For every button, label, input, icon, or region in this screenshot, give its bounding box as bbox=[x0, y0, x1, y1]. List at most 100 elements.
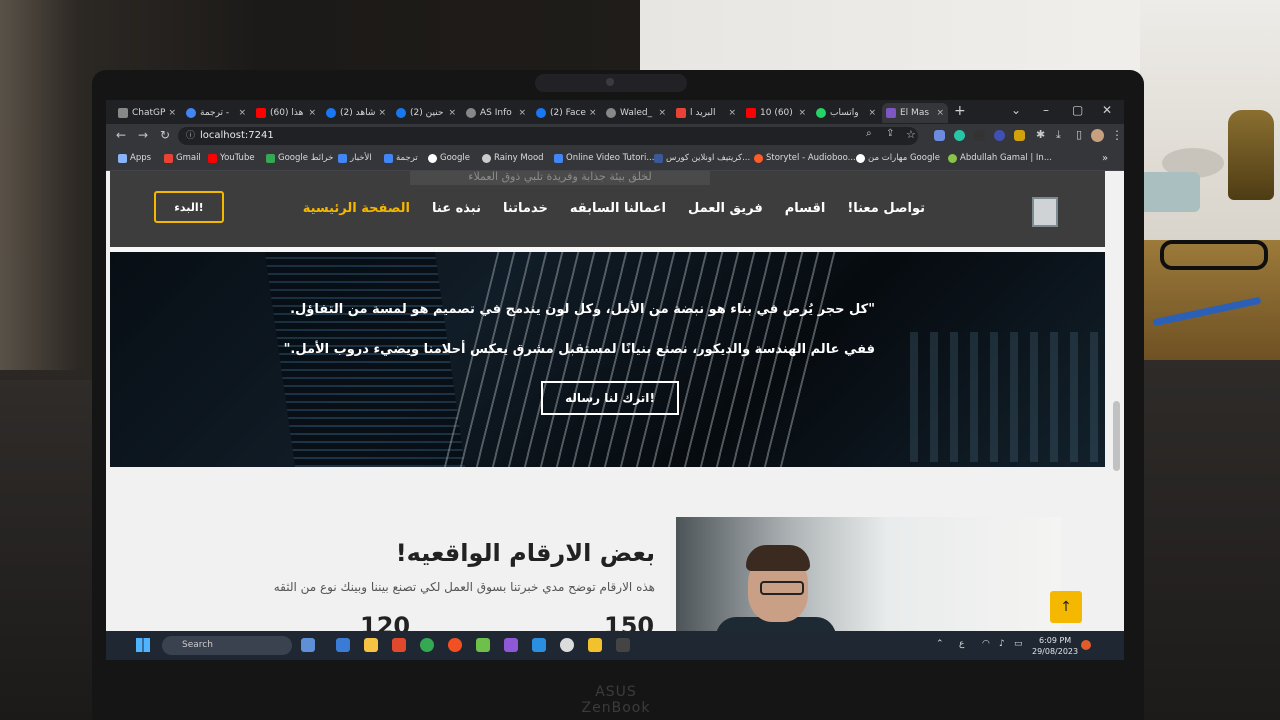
bookmark-item[interactable]: كريتيف اونلاين كورس... bbox=[654, 153, 750, 163]
leave-message-button[interactable]: اترك لنا رساله! bbox=[541, 381, 679, 415]
extension-icon[interactable] bbox=[994, 130, 1005, 141]
widgets-icon[interactable] bbox=[301, 638, 315, 652]
bookmark-item[interactable]: ترجمة bbox=[384, 153, 418, 163]
browser-tab[interactable]: (2) حنين × bbox=[392, 103, 460, 123]
notification-badge[interactable] bbox=[1081, 640, 1091, 650]
laptop-brand: ASUS ZenBook bbox=[581, 684, 651, 716]
bookmark-item[interactable]: Abdullah Gamal | In... bbox=[948, 153, 1052, 163]
close-icon[interactable]: × bbox=[795, 108, 806, 118]
app-icon[interactable] bbox=[476, 638, 490, 652]
browser-tab[interactable]: 10 (60) × bbox=[742, 103, 810, 123]
search-icon[interactable]: ⌕ bbox=[866, 128, 872, 139]
close-icon[interactable]: × bbox=[235, 108, 246, 118]
todo-icon[interactable] bbox=[336, 638, 350, 652]
browser-tab[interactable]: واتساب × bbox=[812, 103, 880, 123]
forward-arrow-icon[interactable]: → bbox=[138, 128, 148, 142]
bookmark-item[interactable]: مهارات من Google bbox=[856, 153, 940, 163]
close-icon[interactable]: × bbox=[586, 108, 597, 118]
vscode-icon[interactable] bbox=[532, 638, 546, 652]
scroll-top-button[interactable]: ↑ bbox=[1050, 591, 1082, 623]
bookmark-item[interactable]: Apps bbox=[118, 153, 151, 163]
chrome-dev-icon[interactable] bbox=[560, 638, 574, 652]
scroll-thumb[interactable] bbox=[1113, 401, 1120, 471]
extension-icon[interactable] bbox=[954, 130, 965, 141]
folder-icon[interactable] bbox=[364, 638, 378, 652]
site-logo[interactable] bbox=[1032, 197, 1058, 227]
volume-icon[interactable]: ♪ bbox=[999, 639, 1005, 649]
maximize-icon[interactable]: ▢ bbox=[1072, 103, 1083, 117]
reload-icon[interactable]: ↻ bbox=[160, 128, 170, 142]
info-icon[interactable]: ⓘ bbox=[186, 127, 195, 145]
new-tab-button[interactable]: + bbox=[954, 103, 966, 119]
app-icon[interactable] bbox=[448, 638, 462, 652]
extension-icon[interactable] bbox=[974, 130, 985, 141]
windows-start-icon[interactable] bbox=[136, 638, 150, 652]
bookmark-favicon-icon bbox=[948, 153, 957, 163]
close-window-icon[interactable]: ✕ bbox=[1102, 103, 1112, 117]
wifi-icon[interactable]: ◠ bbox=[982, 639, 990, 649]
brave-icon[interactable] bbox=[392, 638, 406, 652]
close-icon[interactable]: × bbox=[375, 108, 386, 118]
close-icon[interactable]: × bbox=[165, 108, 176, 118]
close-icon[interactable]: × bbox=[655, 108, 666, 118]
avatar[interactable] bbox=[1091, 129, 1104, 142]
nav-about[interactable]: نبذه عنا bbox=[432, 201, 481, 216]
sidebar-icon[interactable]: ▯ bbox=[1076, 128, 1082, 141]
close-icon[interactable]: × bbox=[305, 108, 316, 118]
taskbar-search[interactable]: Search bbox=[162, 636, 292, 655]
bookmark-item[interactable]: Storytel - Audioboo... bbox=[754, 153, 856, 163]
chevron-down-icon[interactable]: ⌄ bbox=[1011, 103, 1021, 117]
browser-toolbar: ← → ↻ ⓘ localhost:7241 ⌕ ⇪ ☆ ✱ ⤓ ▯ ⋮ bbox=[106, 124, 1124, 148]
browser-tab[interactable]: البريد ا × bbox=[672, 103, 740, 123]
bookmark-item[interactable]: Gmail bbox=[164, 153, 201, 163]
bookmark-item[interactable]: Rainy Mood bbox=[482, 153, 544, 163]
extension-icon[interactable] bbox=[934, 130, 945, 141]
bookmark-item[interactable]: Online Video Tutori... bbox=[554, 153, 654, 163]
browser-tab[interactable]: ترجمة - × bbox=[182, 103, 250, 123]
browser-tab[interactable]: (60) هذا × bbox=[252, 103, 320, 123]
browser-tab[interactable]: AS Info × bbox=[462, 103, 530, 123]
sticky-notes-icon[interactable] bbox=[588, 638, 602, 652]
browser-tab-active[interactable]: El Mas × bbox=[882, 103, 948, 123]
download-icon[interactable]: ⤓ bbox=[1056, 128, 1061, 142]
stat-value: 120 bbox=[360, 612, 411, 631]
bookmark-item[interactable]: Google bbox=[428, 153, 470, 163]
close-icon[interactable]: × bbox=[445, 108, 456, 118]
nav-portfolio[interactable]: اعمالنا السابقه bbox=[570, 201, 666, 216]
page-scrollbar[interactable] bbox=[1109, 171, 1124, 631]
star-icon[interactable]: ☆ bbox=[906, 128, 916, 141]
close-icon[interactable]: × bbox=[515, 108, 526, 118]
back-arrow-icon[interactable]: ← bbox=[116, 128, 126, 142]
more-bookmarks-icon[interactable]: » bbox=[1102, 153, 1108, 164]
nav-contact[interactable]: تواصل معنا! bbox=[847, 201, 925, 216]
bookmark-item[interactable]: الأخبار bbox=[338, 153, 372, 163]
browser-tab[interactable]: (2) Face × bbox=[532, 103, 600, 123]
nav-team[interactable]: فريق العمل bbox=[688, 201, 763, 216]
share-icon[interactable]: ⇪ bbox=[886, 128, 894, 139]
nav-services[interactable]: خدماتنا bbox=[503, 201, 548, 216]
puzzle-icon[interactable]: ✱ bbox=[1036, 128, 1045, 141]
close-icon[interactable]: × bbox=[725, 108, 736, 118]
browser-tab[interactable]: ChatGP × bbox=[114, 103, 180, 123]
terminal-icon[interactable] bbox=[616, 638, 630, 652]
extension-icon[interactable] bbox=[1014, 130, 1025, 141]
taskbar-clock[interactable]: 6:09 PM 29/08/2023 bbox=[1032, 635, 1078, 657]
close-icon[interactable]: × bbox=[933, 108, 944, 118]
menu-kebab-icon[interactable]: ⋮ bbox=[1111, 128, 1123, 142]
nav-home[interactable]: الصفحة الرئيسية bbox=[303, 201, 410, 216]
close-icon[interactable]: × bbox=[865, 108, 876, 118]
browser-tab[interactable]: Waled_ × bbox=[602, 103, 670, 123]
tab-favicon-icon bbox=[118, 108, 128, 118]
chrome-icon[interactable] bbox=[420, 638, 434, 652]
bookmark-item[interactable]: Google خرائط bbox=[266, 153, 333, 163]
nav-sections-dropdown[interactable]: اقسام bbox=[785, 201, 826, 216]
battery-icon[interactable]: ▭ bbox=[1014, 639, 1023, 649]
browser-tab[interactable]: (2) شاهد × bbox=[322, 103, 390, 123]
minimize-icon[interactable]: – bbox=[1043, 103, 1049, 117]
bookmark-item[interactable]: YouTube bbox=[208, 153, 255, 163]
start-button[interactable]: البدء! bbox=[154, 191, 224, 223]
input-language[interactable]: ع bbox=[959, 639, 964, 649]
visual-studio-icon[interactable] bbox=[504, 638, 518, 652]
address-bar[interactable]: ⓘ localhost:7241 bbox=[178, 127, 918, 145]
chevron-up-icon[interactable]: ⌃ bbox=[936, 639, 944, 649]
